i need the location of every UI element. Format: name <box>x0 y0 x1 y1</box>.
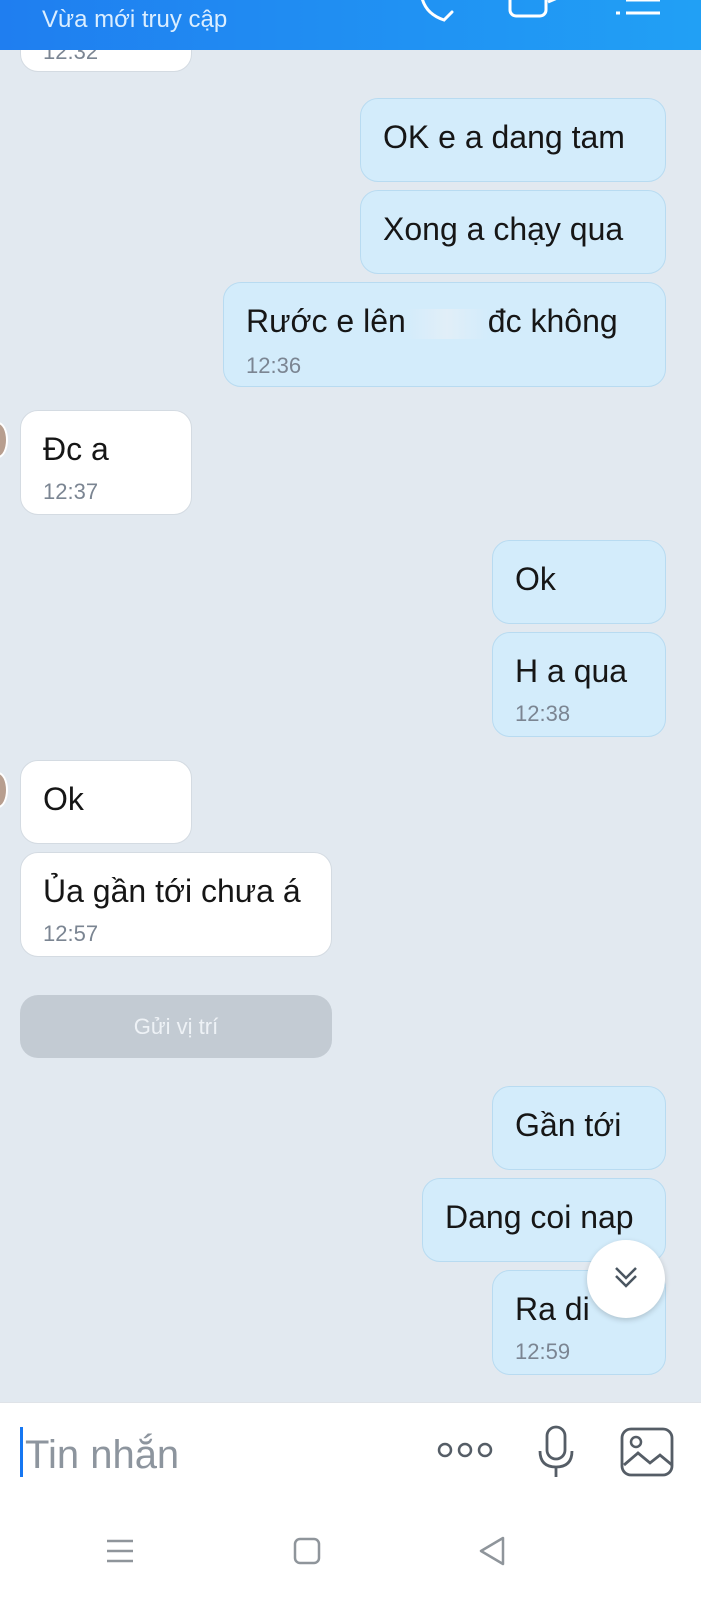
message-bubble-outgoing[interactable]: Rước e lên đc không 12:36 <box>223 282 666 387</box>
message-text: H a qua <box>515 653 628 689</box>
send-location-button[interactable]: Gửi vị trí <box>20 995 332 1058</box>
message-time: 12:59 <box>515 1339 571 1364</box>
message-time: 12:36 <box>246 352 302 378</box>
message-bubble-incoming[interactable]: Đc a 12:37 <box>20 410 192 515</box>
message-bubble-outgoing[interactable]: Gần tới <box>492 1086 666 1170</box>
double-chevron-down-icon <box>611 1262 641 1297</box>
message-bubble-incoming[interactable]: 12:32 <box>20 50 192 72</box>
scroll-to-bottom-button[interactable] <box>587 1240 665 1318</box>
message-bubble-outgoing[interactable]: Xong a chạy qua <box>360 190 666 274</box>
message-text: Ủa gần tới chưa á <box>43 873 301 909</box>
phone-icon[interactable] <box>418 0 460 26</box>
message-bubble-outgoing[interactable]: Ok <box>492 540 666 624</box>
message-time: 12:37 <box>43 479 99 504</box>
message-text: Ok <box>43 781 84 817</box>
redacted-blur <box>405 308 488 339</box>
message-text: Xong a chạy qua <box>383 211 624 247</box>
message-bubble-outgoing[interactable]: H a qua 12:38 <box>492 632 666 737</box>
message-composer: Tin nhắn <box>0 1402 701 1509</box>
message-text: Gần tới <box>515 1107 622 1143</box>
message-text: OK e a dang tam <box>383 119 625 155</box>
message-text: đc không <box>487 303 618 339</box>
menu-icon[interactable] <box>614 0 664 20</box>
avatar[interactable] <box>0 422 8 458</box>
message-bubble-incoming[interactable]: Ok <box>20 760 192 844</box>
message-text: Ra di <box>515 1291 590 1327</box>
text-cursor <box>20 1427 23 1477</box>
message-text: Dang coi nap <box>445 1199 634 1235</box>
message-input[interactable]: Tin nhắn <box>25 1433 179 1478</box>
message-text: Đc a <box>43 431 109 467</box>
message-time: 12:57 <box>43 921 99 946</box>
recent-apps-icon[interactable] <box>106 1537 134 1565</box>
message-list[interactable]: 12:32 OK e a dang tam Xong a chạy qua Rư… <box>0 50 701 1402</box>
last-seen-status: Vừa mới truy cập <box>42 6 228 33</box>
chat-header: Vừa mới truy cập <box>0 0 701 50</box>
message-text: Rước e lên <box>246 303 406 339</box>
message-time: 12:32 <box>43 50 99 64</box>
system-navigation-bar <box>0 1509 701 1600</box>
video-call-icon[interactable] <box>508 0 564 22</box>
home-icon[interactable] <box>293 1537 321 1565</box>
more-options-icon[interactable] <box>436 1439 494 1461</box>
image-icon[interactable] <box>620 1427 674 1477</box>
message-bubble-outgoing[interactable]: OK e a dang tam <box>360 98 666 182</box>
message-bubble-incoming[interactable]: Ủa gần tới chưa á 12:57 <box>20 852 332 957</box>
back-icon[interactable] <box>478 1535 506 1567</box>
avatar[interactable] <box>0 772 8 808</box>
message-text: Ok <box>515 561 556 597</box>
microphone-icon[interactable] <box>536 1425 576 1479</box>
message-time: 12:38 <box>515 701 571 726</box>
